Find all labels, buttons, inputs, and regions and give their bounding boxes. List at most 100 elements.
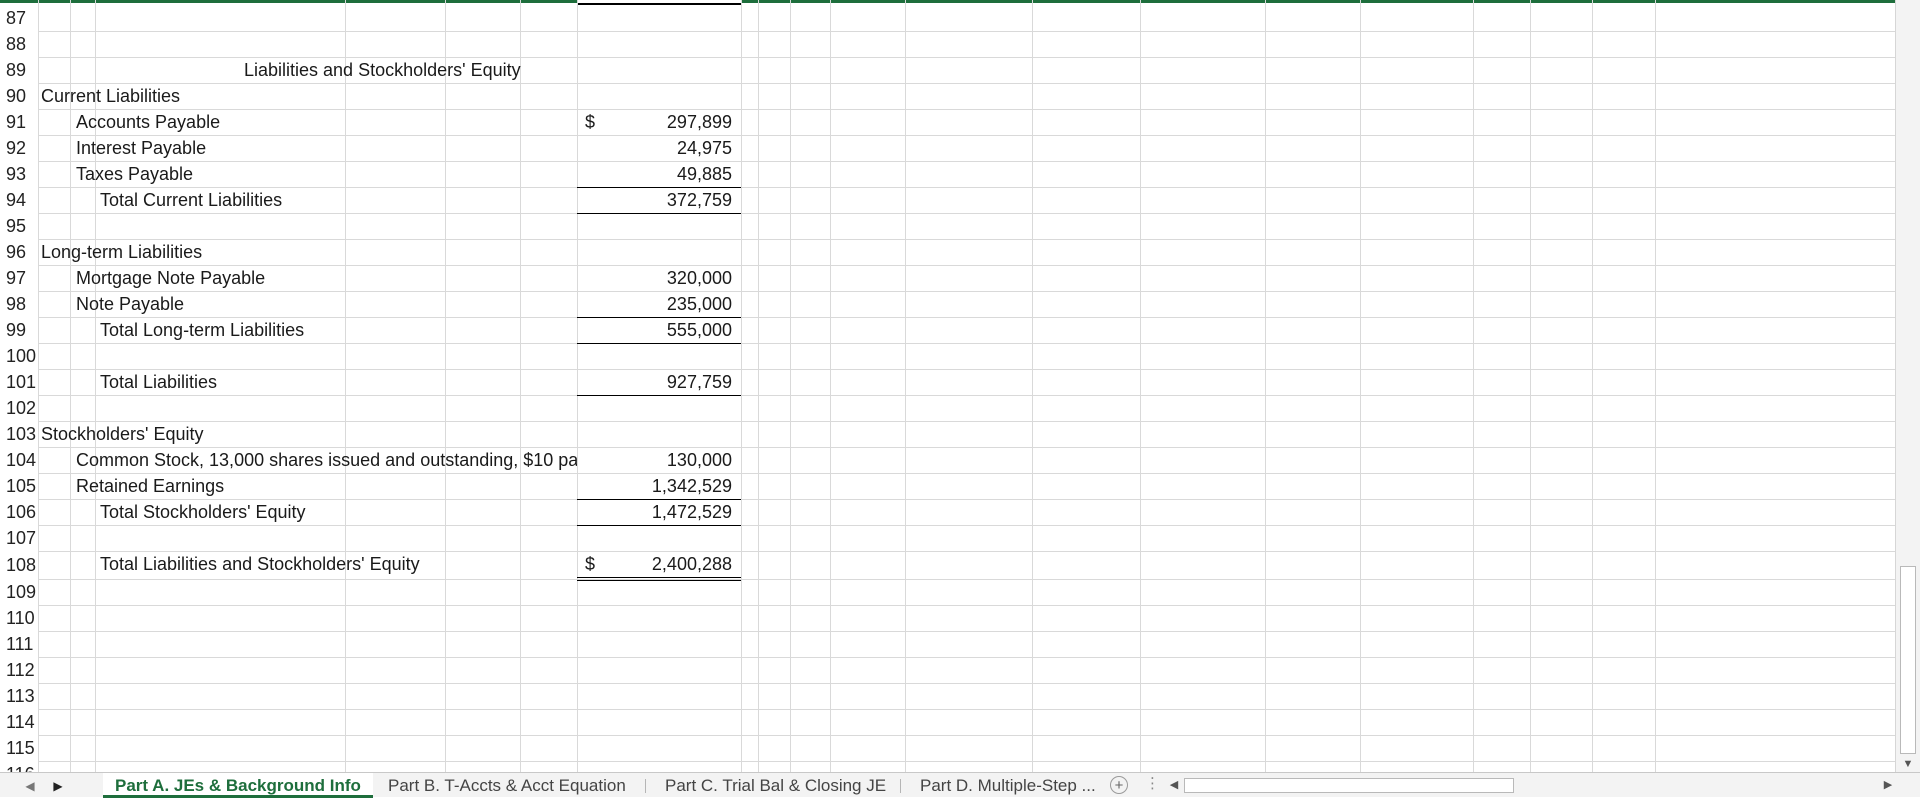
row-gridline (0, 369, 1896, 370)
row-header[interactable]: 95 (0, 213, 38, 239)
row-header[interactable]: 101 (0, 369, 38, 395)
selection-top-border (0, 0, 577, 3)
label-total-liabilities[interactable]: Total Liabilities (100, 369, 217, 395)
scroll-right-arrow-icon[interactable]: ▶ (1880, 777, 1896, 794)
row-header[interactable]: 89 (0, 57, 38, 83)
value-retained-earnings[interactable]: 1,342,529 (600, 473, 732, 499)
tab-part-c[interactable]: Part C. Trial Bal & Closing JE (653, 773, 898, 798)
selection-top-border-right (741, 0, 1896, 3)
add-sheet-icon[interactable]: + (1110, 776, 1128, 794)
row-header[interactable]: 107 (0, 525, 38, 551)
tab-separator (645, 779, 646, 793)
row-header[interactable]: 97 (0, 265, 38, 291)
row-header[interactable]: 99 (0, 317, 38, 343)
scroll-left-arrow-icon[interactable]: ◀ (1166, 777, 1182, 794)
label-total-stockholders-equity[interactable]: Total Stockholders' Equity (100, 499, 306, 525)
double-underline-bottom (577, 580, 741, 581)
scroll-tabs-right-icon[interactable]: ▶ (48, 776, 68, 796)
label-taxes-payable[interactable]: Taxes Payable (76, 161, 193, 187)
row-gridline (0, 135, 1896, 136)
label-long-term-liabilities[interactable]: Long-term Liabilities (41, 239, 202, 265)
dollar-sign[interactable]: $ (585, 109, 595, 135)
value-taxes-payable[interactable]: 49,885 (600, 161, 732, 187)
row-gridline (0, 735, 1896, 736)
row-gridline (0, 83, 1896, 84)
label-current-liabilities[interactable]: Current Liabilities (41, 83, 180, 109)
row-header[interactable]: 87 (0, 5, 38, 31)
section-heading[interactable]: Liabilities and Stockholders' Equity (244, 57, 521, 83)
label-retained-earnings[interactable]: Retained Earnings (76, 473, 224, 499)
row-header[interactable]: 108 (0, 551, 38, 579)
value-total-liabilities-and-equity[interactable]: 2,400,288 (600, 551, 732, 577)
label-accounts-payable[interactable]: Accounts Payable (76, 109, 220, 135)
scroll-down-arrow-icon[interactable]: ▼ (1896, 756, 1920, 772)
row-gridline (0, 473, 1896, 474)
row-header[interactable]: 116 (0, 761, 38, 772)
value-total-long-term-liabilities[interactable]: 555,000 (600, 317, 732, 343)
row-header[interactable]: 88 (0, 31, 38, 57)
row-header[interactable]: 106 (0, 499, 38, 525)
row-gridline (0, 187, 1896, 188)
value-total-liabilities[interactable]: 927,759 (600, 369, 732, 395)
row-header[interactable]: 91 (0, 109, 38, 135)
row-gridline (0, 31, 1896, 32)
value-note-payable[interactable]: 235,000 (600, 291, 732, 317)
cell-border-top (577, 3, 741, 5)
label-interest-payable[interactable]: Interest Payable (76, 135, 206, 161)
row-gridline (0, 109, 1896, 110)
row-header[interactable]: 93 (0, 161, 38, 187)
row-gridline (0, 421, 1896, 422)
value-total-stockholders-equity[interactable]: 1,472,529 (600, 499, 732, 525)
value-total-current-liabilities[interactable]: 372,759 (600, 187, 732, 213)
row-header[interactable]: 115 (0, 735, 38, 761)
horizontal-scrollbar[interactable]: ◀ ▶ (1166, 777, 1896, 794)
worksheet-grid[interactable]: 87 88 89 90 91 92 93 94 95 96 97 98 99 100 101 102 103 10… (0, 0, 1896, 772)
row-gridline (0, 239, 1896, 240)
row-header[interactable]: 113 (0, 683, 38, 709)
tab-part-b[interactable]: Part B. T-Accts & Acct Equation (376, 773, 638, 798)
value-common-stock[interactable]: 130,000 (600, 447, 732, 473)
row-gridline (0, 631, 1896, 632)
dollar-sign[interactable]: $ (585, 551, 595, 577)
double-underline-top (577, 577, 741, 578)
row-header[interactable]: 96 (0, 239, 38, 265)
row-gridline (0, 657, 1896, 658)
row-header[interactable]: 111 (0, 631, 38, 657)
tab-part-a[interactable]: Part A. JEs & Background Info (103, 773, 373, 798)
vertical-scrollbar[interactable]: ▼ (1895, 0, 1920, 772)
row-header[interactable]: 94 (0, 187, 38, 213)
label-total-liabilities-and-equity[interactable]: Total Liabilities and Stockholders' Equi… (100, 551, 420, 577)
row-header[interactable]: 90 (0, 83, 38, 109)
row-gridline (0, 161, 1896, 162)
row-header[interactable]: 102 (0, 395, 38, 421)
value-interest-payable[interactable]: 24,975 (600, 135, 732, 161)
label-mortgage-note-payable[interactable]: Mortgage Note Payable (76, 265, 265, 291)
row-header[interactable]: 104 (0, 447, 38, 473)
row-header[interactable]: 112 (0, 657, 38, 683)
label-note-payable[interactable]: Note Payable (76, 291, 184, 317)
value-mortgage-note-payable[interactable]: 320,000 (600, 265, 732, 291)
more-options-icon[interactable]: ⋮ (1145, 774, 1160, 792)
row-header[interactable]: 109 (0, 579, 38, 605)
row-gridline (0, 213, 1896, 214)
vertical-scroll-thumb[interactable] (1900, 566, 1916, 754)
horizontal-scroll-thumb[interactable] (1184, 778, 1514, 793)
label-common-stock[interactable]: Common Stock, 13,000 shares issued and o… (76, 447, 577, 473)
value-accounts-payable[interactable]: 297,899 (600, 109, 732, 135)
row-header[interactable]: 110 (0, 605, 38, 631)
row-header[interactable]: 92 (0, 135, 38, 161)
row-gridline (0, 709, 1896, 710)
sheet-tab-bar: ◀ ▶ Part A. JEs & Background Info Part B… (0, 772, 1920, 798)
row-header[interactable]: 114 (0, 709, 38, 735)
tab-part-d[interactable]: Part D. Multiple-Step ... (908, 773, 1108, 798)
row-header[interactable]: 98 (0, 291, 38, 317)
label-stockholders-equity[interactable]: Stockholders' Equity (41, 421, 204, 447)
row-header[interactable]: 105 (0, 473, 38, 499)
underline (577, 213, 741, 214)
row-header[interactable]: 100 (0, 343, 38, 369)
label-total-long-term-liabilities[interactable]: Total Long-term Liabilities (100, 317, 304, 343)
tab-separator (900, 779, 901, 793)
label-total-current-liabilities[interactable]: Total Current Liabilities (100, 187, 282, 213)
scroll-tabs-left-icon[interactable]: ◀ (20, 776, 40, 796)
row-header[interactable]: 103 (0, 421, 38, 447)
